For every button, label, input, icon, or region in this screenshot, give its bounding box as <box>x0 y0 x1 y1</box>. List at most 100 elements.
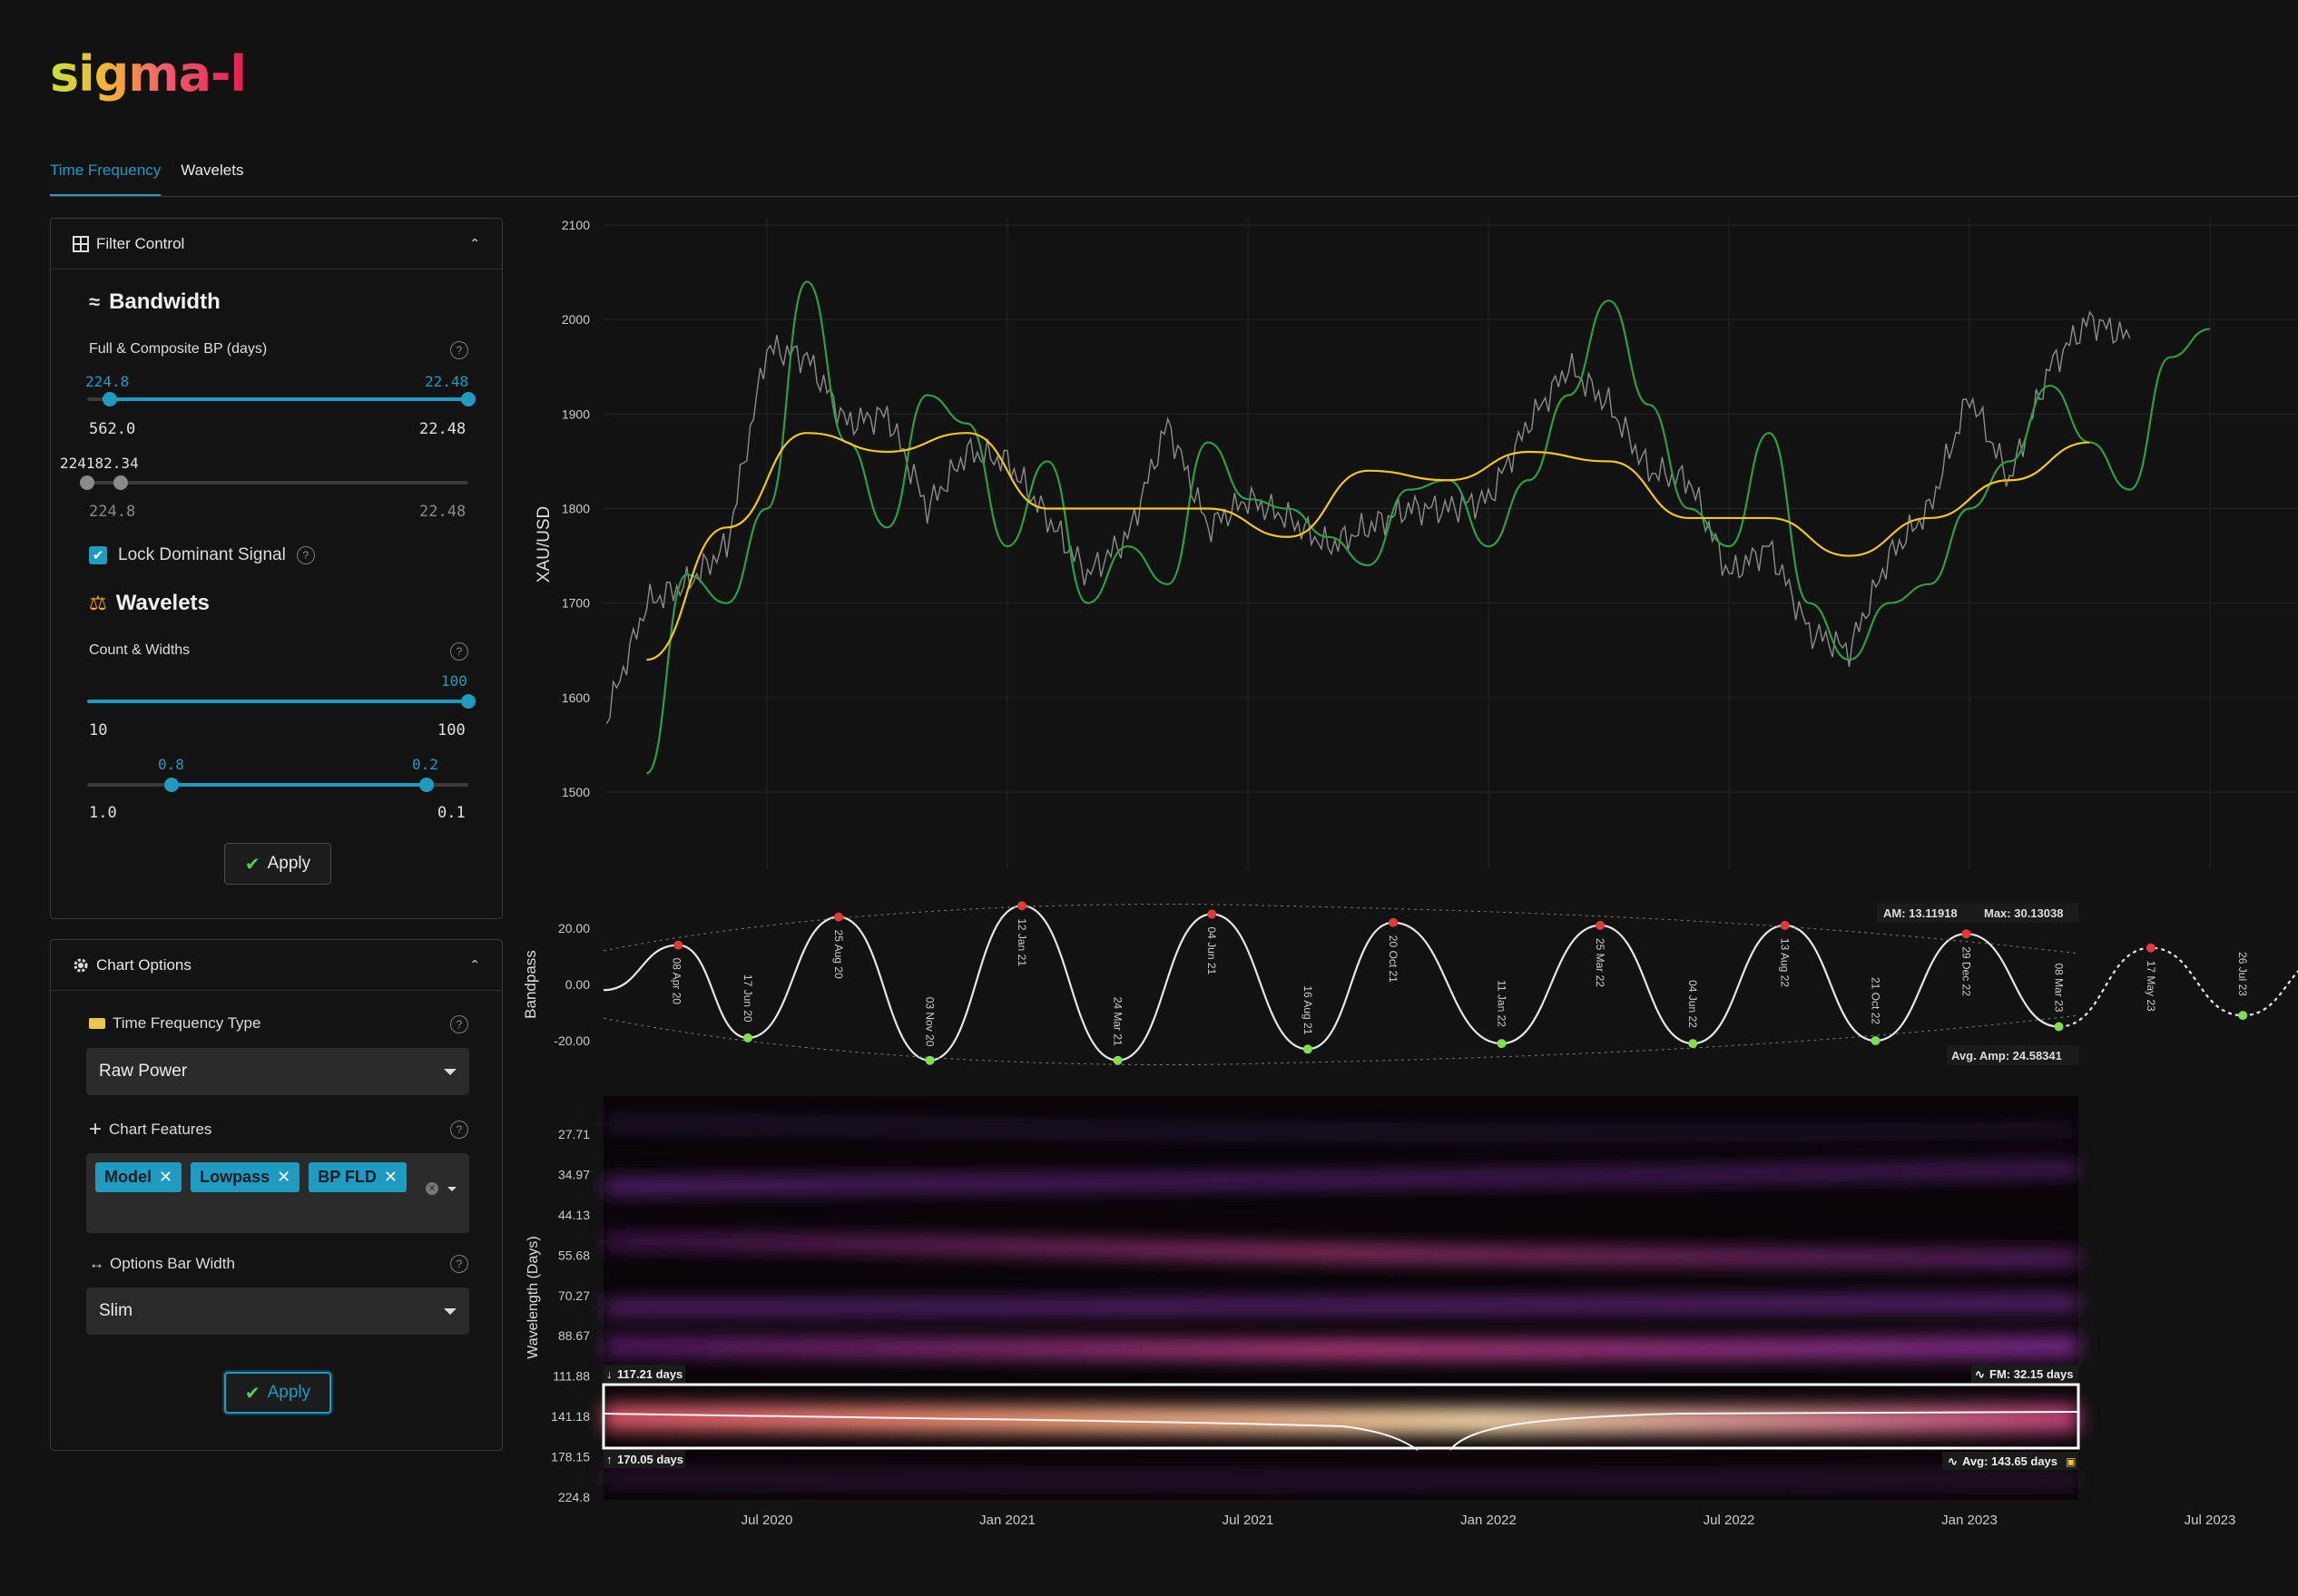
heatmap-bg <box>604 1096 2078 1500</box>
heatmap-y-tick-label: 27.71 <box>558 1127 590 1141</box>
bandwidth-help-icon[interactable]: ? <box>450 341 468 359</box>
tab-bar: Time Frequency Wavelets <box>50 162 243 196</box>
heatmap-y-tick-label: 178.15 <box>551 1450 590 1464</box>
tf-type-help-icon[interactable]: ? <box>450 1015 468 1033</box>
peak-marker[interactable] <box>833 912 843 922</box>
band-label-bottom-left: ↑ 170.05 days <box>604 1450 685 1468</box>
widths-slider-low-handle[interactable] <box>164 778 179 792</box>
lock-dominant-help-icon[interactable]: ? <box>296 546 315 564</box>
chip-lowpass-label: Lowpass <box>200 1168 270 1186</box>
max-label: Max: 30.13038 <box>1984 906 2063 920</box>
y-tick-label: 1900 <box>562 406 590 421</box>
am-annotation: AM: 13.11918 Max: 30.13038 <box>1877 903 2078 923</box>
trough-marker[interactable] <box>1688 1039 1698 1049</box>
peak-marker[interactable] <box>1596 920 1606 930</box>
bandpass-markers: 08 Apr 20 17 Jun 20 25 Aug 20 03 Nov 20 12 J… <box>670 901 2249 1065</box>
trough-marker[interactable] <box>2238 1011 2248 1021</box>
peak-marker[interactable] <box>1961 929 1971 939</box>
bandpass-upper-envelope <box>603 903 2079 955</box>
tf-type-select[interactable]: Raw Power <box>86 1048 469 1095</box>
trough-marker[interactable] <box>2054 1022 2064 1032</box>
bandpass-y-label: Bandpass <box>522 950 539 1019</box>
chevron-up-icon[interactable]: ⌃ <box>469 957 480 973</box>
chart-options-panel: Chart Options ⌃ Time Frequency Type ? Ra… <box>50 939 503 1451</box>
trough-marker[interactable] <box>1302 1044 1312 1054</box>
chart-options-apply-button[interactable]: ✔ Apply <box>224 1372 331 1414</box>
bandwidth-min-label: 562.0 <box>89 420 136 438</box>
trough-marker[interactable] <box>1871 1036 1881 1045</box>
trough-marker[interactable] <box>743 1033 753 1043</box>
tab-time-frequency[interactable]: Time Frequency <box>50 162 162 196</box>
heatmap-y-tick-label: 34.97 <box>558 1167 590 1181</box>
caret-down-icon[interactable] <box>447 1187 457 1191</box>
close-icon[interactable]: ✕ <box>384 1168 398 1187</box>
app-logo: sigma-l <box>50 45 247 103</box>
price-chart-grid <box>604 218 2298 869</box>
bandpass-series <box>603 903 2298 1066</box>
bar-width-label-row: ↔ Options Bar Width <box>89 1255 235 1273</box>
x-tick-label: Jan 2023 <box>1941 1513 1998 1528</box>
peak-marker[interactable] <box>1016 901 1026 911</box>
trough-marker[interactable] <box>1113 1055 1123 1065</box>
chevron-up-icon[interactable]: ⌃ <box>469 236 480 251</box>
chip-bp-fld[interactable]: BP FLD ✕ <box>309 1162 407 1192</box>
clear-all-icon[interactable]: ✕ <box>426 1182 438 1195</box>
band-top-right-text: FM: 32.15 days <box>1989 1367 2074 1381</box>
count-max-label: 100 <box>437 721 466 739</box>
lock-dominant-checkbox[interactable]: ✔ <box>89 546 107 564</box>
heatmap-band <box>604 1235 2078 1265</box>
composite-slider-track[interactable] <box>87 481 468 485</box>
trough-marker[interactable] <box>1497 1039 1507 1049</box>
widths-slider-high-handle[interactable] <box>419 778 434 792</box>
count-slider-handle[interactable] <box>461 694 476 709</box>
lock-icon: ▣ <box>2066 1455 2076 1468</box>
check-icon: ✔ <box>244 1383 260 1404</box>
trough-date-label: 08 Mar 23 <box>2052 964 2065 1013</box>
close-icon[interactable]: ✕ <box>159 1168 172 1187</box>
trough-date-label: 24 Mar 21 <box>1112 997 1124 1046</box>
chart-options-header[interactable]: Chart Options ⌃ <box>51 940 502 991</box>
peak-marker[interactable] <box>673 940 683 950</box>
features-multiselect[interactable]: Model ✕ Lowpass ✕ BP FLD ✕ ✕ <box>86 1153 469 1233</box>
heatmap-y-label: Wavelength (Days) <box>525 1236 541 1358</box>
x-tick-label: Jul 2020 <box>741 1513 793 1528</box>
composite-max-label: 22.48 <box>419 503 466 521</box>
trough-date-label: 21 Oct 22 <box>1869 977 1881 1024</box>
composite-slider-low-handle[interactable] <box>80 475 94 490</box>
features-help-icon[interactable]: ? <box>450 1121 468 1139</box>
peak-marker[interactable] <box>2146 943 2156 953</box>
peak-marker[interactable] <box>1780 920 1790 930</box>
price-chart-bg <box>604 218 2298 871</box>
bandwidth-slider-high-handle[interactable] <box>461 392 476 406</box>
card-icon <box>89 1018 105 1029</box>
heatmap-band <box>604 1118 2078 1139</box>
band-top-left-text: 117.21 days <box>617 1367 683 1381</box>
tab-wavelets[interactable]: Wavelets <box>181 162 243 196</box>
filter-control-header[interactable]: Filter Control ⌃ <box>51 219 502 269</box>
bandwidth-low-value: 224.8 <box>85 373 130 390</box>
composite-slider-high-handle[interactable] <box>113 475 128 490</box>
chip-model[interactable]: Model ✕ <box>95 1162 182 1192</box>
peak-marker[interactable] <box>1389 917 1399 927</box>
gear-icon <box>74 958 88 972</box>
bar-width-select[interactable]: Slim <box>86 1288 469 1335</box>
composite-value: 224182.34 <box>60 455 139 472</box>
trough-date-label: 16 Aug 21 <box>1301 985 1314 1034</box>
avg-amp-label: Avg. Amp: 24.58341 <box>1951 1049 2062 1062</box>
bandwidth-slider-low-handle[interactable] <box>103 392 117 406</box>
x-tick-label: Jan 2022 <box>1460 1513 1517 1528</box>
trough-marker[interactable] <box>925 1055 935 1065</box>
filter-apply-button[interactable]: ✔ Apply <box>224 843 331 885</box>
plus-icon: + <box>89 1117 103 1141</box>
peak-marker[interactable] <box>1207 909 1217 919</box>
count-widths-help-icon[interactable]: ? <box>450 642 468 661</box>
dominant-band-box[interactable] <box>602 1383 2080 1450</box>
chip-lowpass[interactable]: Lowpass ✕ <box>191 1162 300 1192</box>
band-bottom-right-text: Avg: 143.65 days <box>1962 1454 2057 1468</box>
close-icon[interactable]: ✕ <box>277 1168 290 1187</box>
bandwidth-slider-fill <box>109 397 468 401</box>
peak-date-label: 12 Jan 21 <box>1016 918 1028 966</box>
bandpass-projection-line <box>2058 946 2298 1028</box>
bar-width-help-icon[interactable]: ? <box>450 1255 468 1273</box>
x-tick-label: Jul 2021 <box>1223 1513 1274 1528</box>
